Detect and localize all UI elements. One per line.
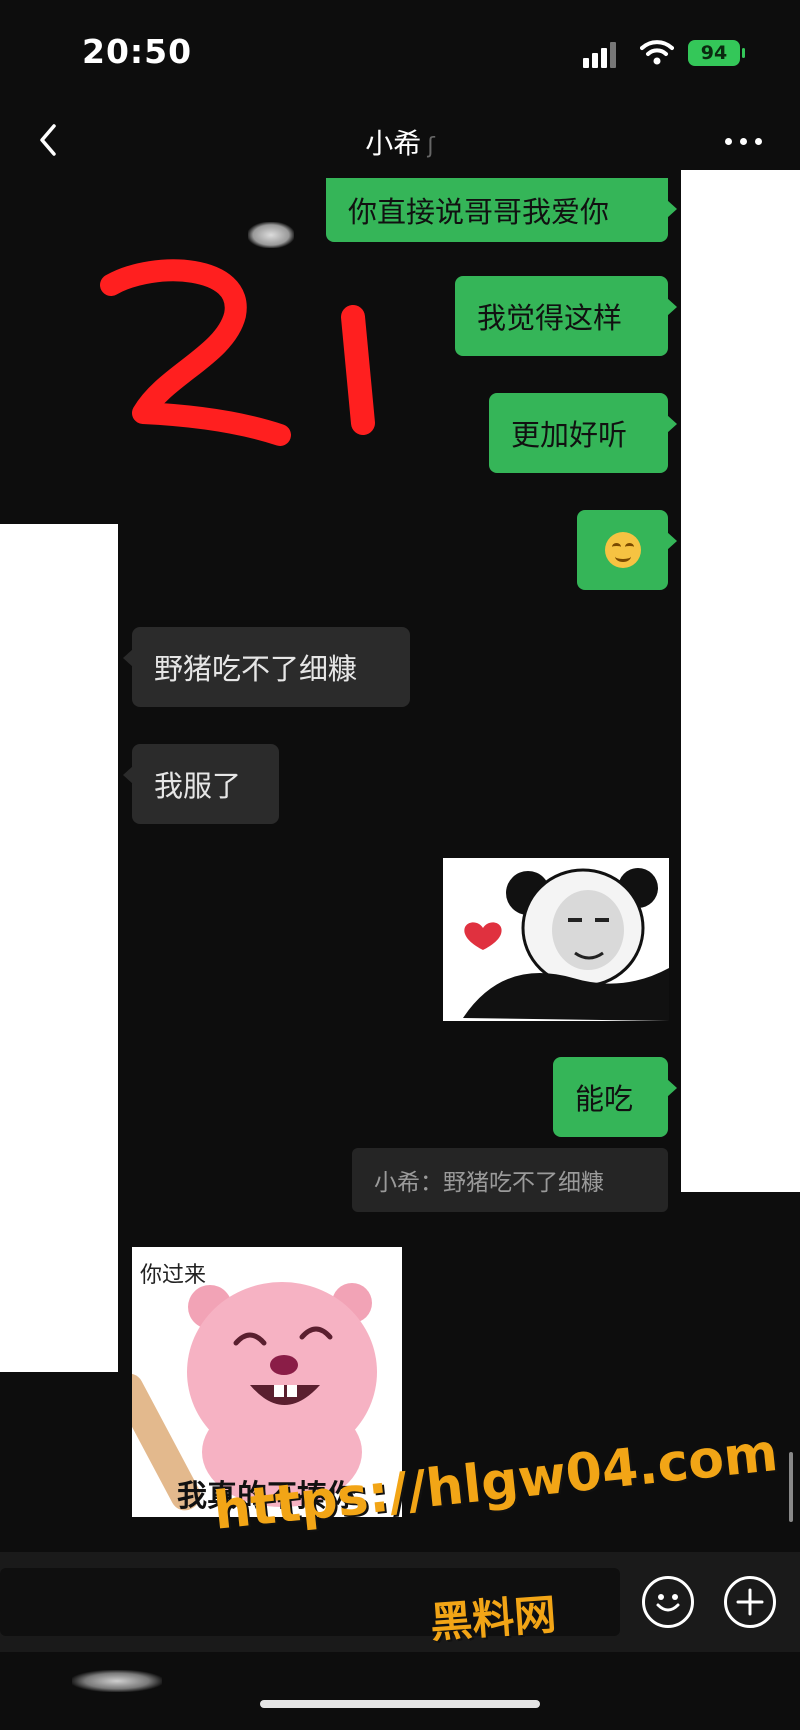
- message-bubble-outgoing[interactable]: 我觉得这样: [455, 276, 677, 356]
- quoted-reply-text: 小希：野猪吃不了细糠: [374, 1170, 604, 1196]
- chat-title: 小希: [365, 127, 422, 160]
- message-text: 你直接说哥哥我爱你: [348, 195, 610, 229]
- battery-icon: 94: [688, 40, 745, 66]
- message-text: 我服了: [154, 769, 242, 803]
- blurred-label: [72, 1670, 162, 1692]
- redaction-panel-left: [0, 524, 118, 1372]
- message-bubble-outgoing[interactable]: 能吃: [553, 1057, 677, 1137]
- message-text: 更加好听: [511, 418, 628, 452]
- panda-sticker-art: [463, 868, 669, 1021]
- watermark-name: 黑料网: [428, 1589, 558, 1648]
- chat-title-wrap: 小希 ʃ: [0, 122, 800, 162]
- blurred-avatar: [248, 222, 294, 248]
- message-bubble-outgoing[interactable]: 更加好听: [489, 393, 677, 473]
- red-number-annotation: [100, 259, 375, 446]
- smiley-icon: [656, 1594, 680, 1612]
- panda-heart-sticker[interactable]: [443, 858, 669, 1021]
- ear-icon: ʃ: [427, 134, 435, 159]
- status-bar: 20:50 94: [0, 0, 800, 110]
- chat-header: 小希 ʃ: [0, 110, 800, 180]
- smiling-face-emoji-icon: [604, 532, 641, 568]
- input-bar: [0, 1552, 800, 1652]
- message-text: 我觉得这样: [477, 301, 623, 335]
- sticker-caption-top: 你过来: [140, 1263, 207, 1288]
- message-text: 能吃: [575, 1082, 634, 1116]
- message-bubble-incoming[interactable]: 野猪吃不了细糠: [123, 627, 410, 707]
- more-icon[interactable]: [725, 138, 762, 145]
- message-bubble-outgoing[interactable]: 你直接说哥哥我爱你: [326, 178, 677, 242]
- clock: 20:50: [82, 32, 193, 71]
- wifi-icon: [640, 40, 674, 65]
- plus-button[interactable]: [724, 1576, 776, 1628]
- scrollbar[interactable]: [789, 1452, 793, 1522]
- emoji-button[interactable]: [642, 1576, 694, 1628]
- quoted-reply[interactable]: 小希：野猪吃不了细糠: [352, 1148, 668, 1212]
- home-indicator[interactable]: [260, 1700, 540, 1708]
- battery-level: 94: [700, 42, 728, 64]
- redaction-panel-right: [681, 170, 800, 1192]
- plus-icon: [736, 1588, 764, 1616]
- cellular-signal-icon: [583, 42, 623, 68]
- message-bubble-outgoing[interactable]: [577, 510, 677, 590]
- message-text: 野猪吃不了细糠: [154, 652, 358, 686]
- message-bubble-incoming[interactable]: 我服了: [123, 744, 279, 824]
